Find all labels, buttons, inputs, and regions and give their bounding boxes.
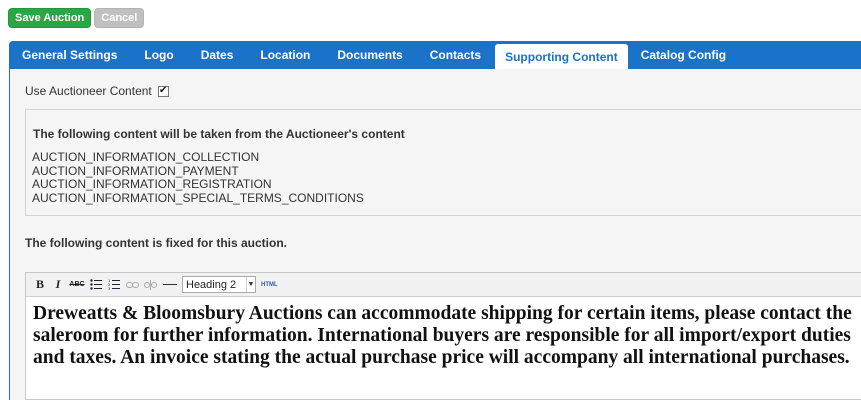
action-bar: Save Auction Cancel xyxy=(8,8,145,28)
auctioneer-content-title: The following content will be taken from… xyxy=(33,127,405,141)
tab-bar: General Settings Logo Dates Location Doc… xyxy=(9,41,861,69)
unlink-icon[interactable] xyxy=(142,277,158,293)
tab-documents[interactable]: Documents xyxy=(324,41,416,69)
tab-catalog-config[interactable]: Catalog Config xyxy=(628,41,740,69)
tab-supporting-content[interactable]: Supporting Content xyxy=(495,44,628,69)
numbered-list-icon[interactable]: 123 xyxy=(106,277,122,293)
tab-contacts[interactable]: Contacts xyxy=(417,41,495,69)
rich-text-editor: B I ABC 123 Heading 2 ▼ HTML Dreweatts &… xyxy=(25,272,861,400)
supporting-content-panel: Use Auctioneer Content ✔ The following c… xyxy=(9,69,861,400)
tab-dates[interactable]: Dates xyxy=(188,41,248,69)
editor-content[interactable]: Dreweatts & Bloomsbury Auctions can acco… xyxy=(26,297,861,375)
strikethrough-button[interactable]: ABC xyxy=(68,277,86,293)
use-auctioneer-row: Use Auctioneer Content ✔ xyxy=(25,84,169,98)
tab-logo[interactable]: Logo xyxy=(131,41,187,69)
italic-button[interactable]: I xyxy=(50,277,66,293)
list-item: AUCTION_INFORMATION_PAYMENT xyxy=(32,163,239,178)
list-item: AUCTION_INFORMATION_COLLECTION xyxy=(32,150,260,164)
bold-button[interactable]: B xyxy=(32,277,48,293)
cancel-button[interactable]: Cancel xyxy=(94,8,145,28)
tab-location[interactable]: Location xyxy=(247,41,324,69)
format-select[interactable]: Heading 2 ▼ xyxy=(182,276,256,293)
save-auction-button[interactable]: Save Auction xyxy=(8,8,92,28)
svg-text:3: 3 xyxy=(108,287,110,290)
fixed-content-title: The following content is fixed for this … xyxy=(25,236,288,250)
list-item: AUCTION_INFORMATION_SPECIAL_TERMS_CONDIT… xyxy=(32,190,364,205)
auctioneer-content-list: AUCTION_INFORMATION_COLLECTION AUCTION_I… xyxy=(32,150,364,205)
bullet-list-icon[interactable] xyxy=(88,277,104,293)
tab-general-settings[interactable]: General Settings xyxy=(9,41,131,69)
auctioneer-content-box: The following content will be taken from… xyxy=(25,109,861,216)
link-icon[interactable] xyxy=(124,277,140,293)
editor-toolbar: B I ABC 123 Heading 2 ▼ HTML xyxy=(26,273,861,297)
use-auctioneer-label: Use Auctioneer Content xyxy=(25,84,152,98)
use-auctioneer-checkbox[interactable]: ✔ xyxy=(157,85,169,97)
format-select-value: Heading 2 xyxy=(186,278,237,291)
list-item: AUCTION_INFORMATION_REGISTRATION xyxy=(32,177,272,191)
html-source-button[interactable]: HTML xyxy=(261,282,278,288)
horizontal-rule-icon[interactable] xyxy=(163,284,177,285)
chevron-down-icon: ▼ xyxy=(246,277,255,292)
